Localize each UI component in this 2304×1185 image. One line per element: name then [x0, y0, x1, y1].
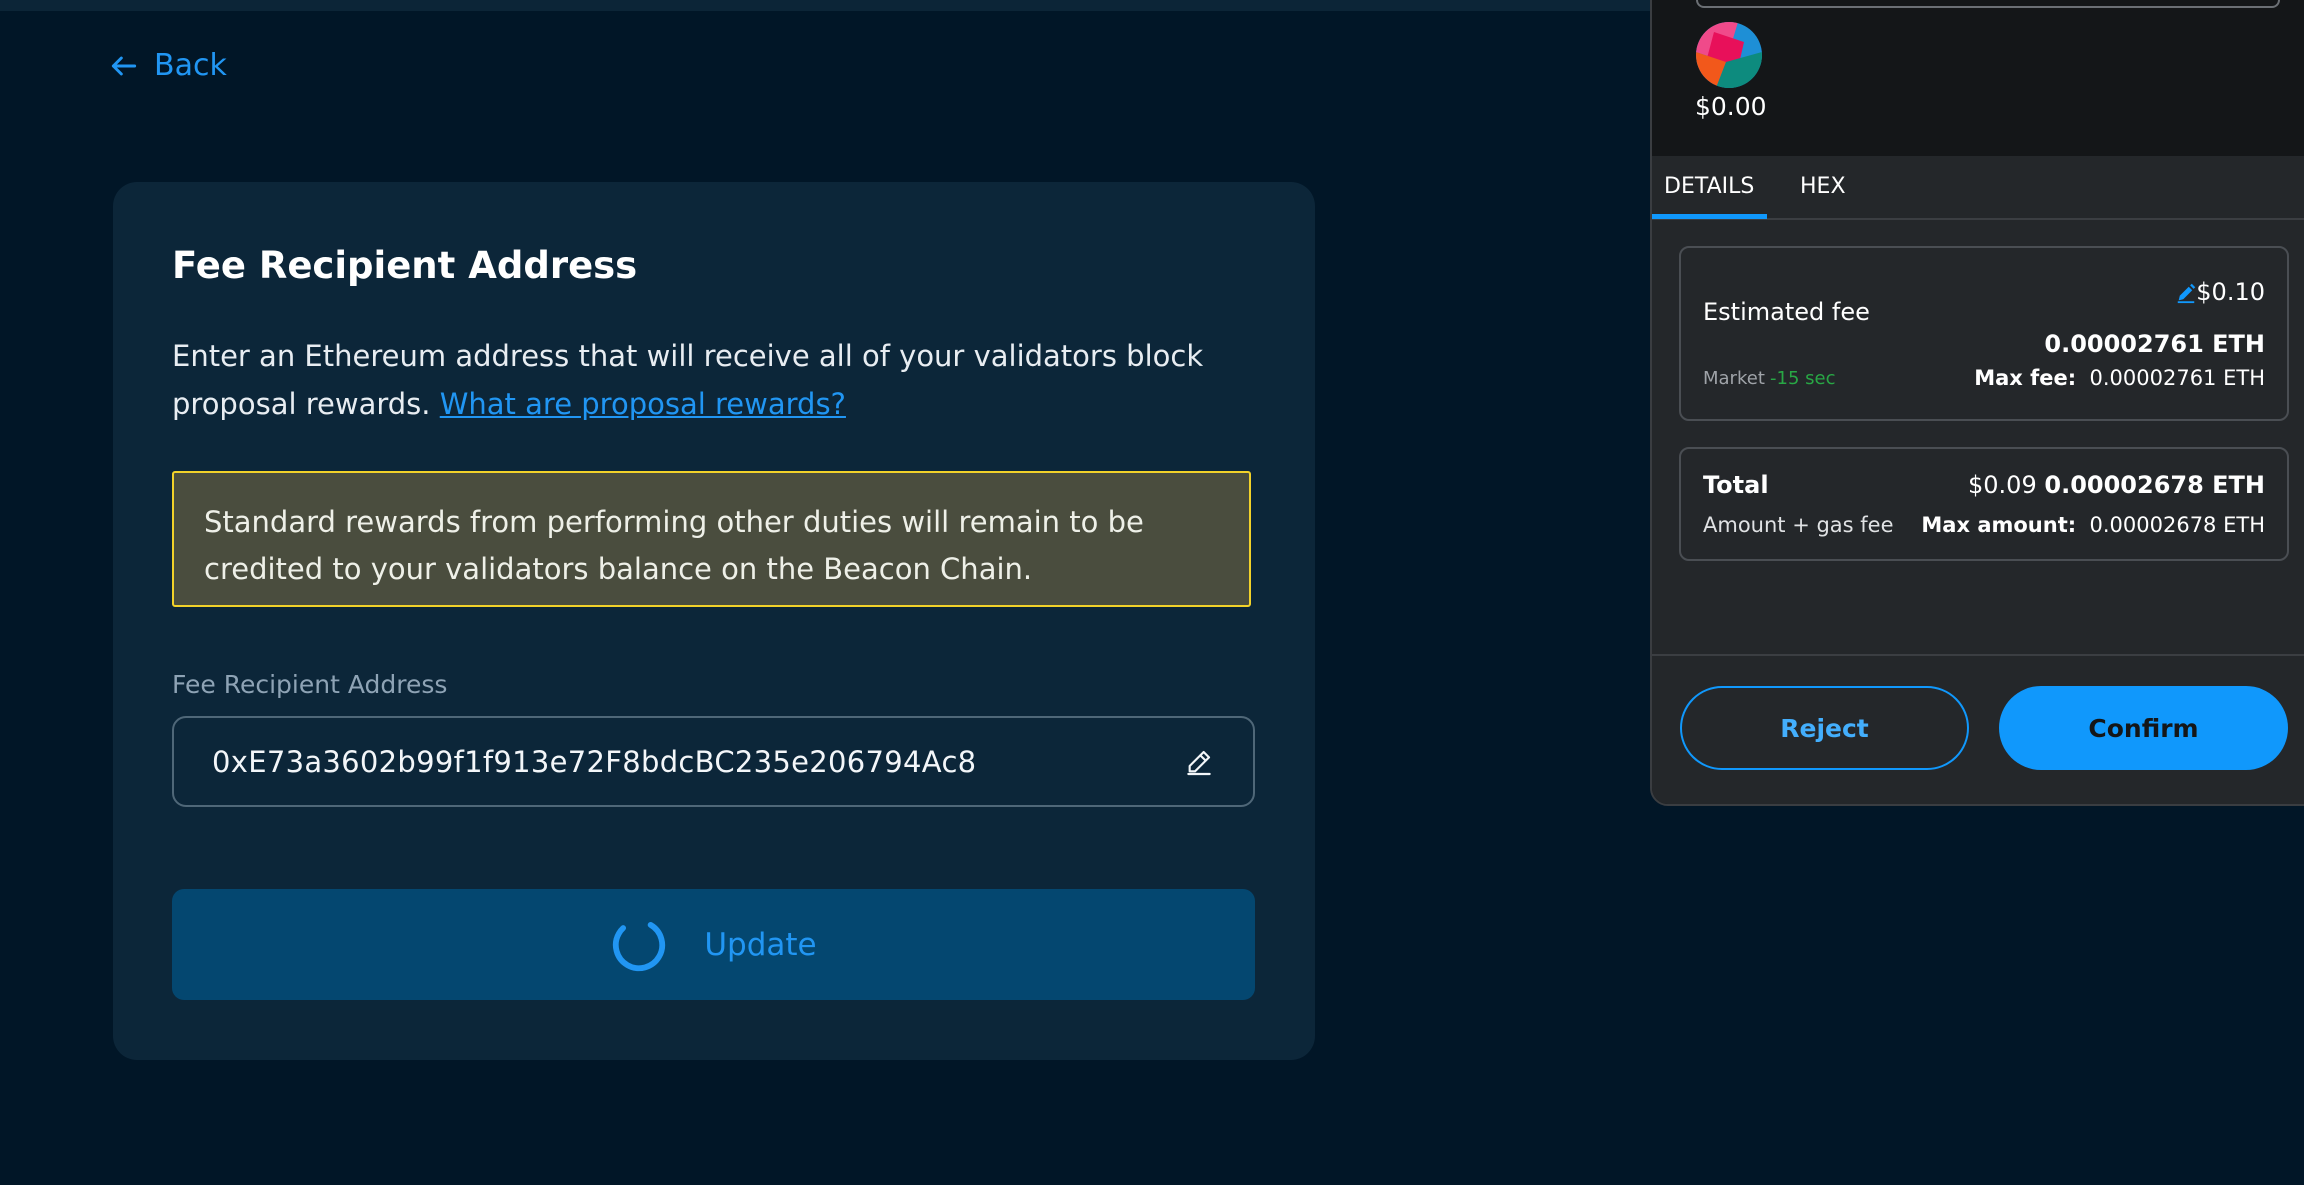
fee-label: Estimated fee — [1703, 298, 1870, 326]
card-description: Enter an Ethereum address that will rece… — [172, 332, 1232, 428]
back-label: Back — [154, 48, 227, 83]
proposal-rewards-link[interactable]: What are proposal rewards? — [440, 387, 846, 421]
notice-box: Standard rewards from performing other d… — [172, 471, 1251, 607]
max-amount-row: Max amount: 0.00002678 ETH — [1921, 513, 2265, 537]
tab-bar: DETAILS HEX — [1652, 156, 2304, 220]
market-time: -15 sec — [1770, 368, 1836, 389]
wallet-popup: $0.00 DETAILS HEX Estimated fee $0.10 0.… — [1650, 0, 2304, 806]
edit-fee-icon[interactable] — [2175, 282, 2197, 304]
estimated-fee-box: Estimated fee $0.10 0.00002761 ETH Marke… — [1679, 246, 2289, 421]
total-eth: 0.00002678 ETH — [2044, 471, 2265, 499]
tab-details[interactable]: DETAILS — [1664, 174, 1754, 199]
total-sub-label: Amount + gas fee — [1703, 513, 1894, 537]
max-fee-label: Max fee: — [1974, 366, 2077, 390]
fee-eth: 0.00002761 ETH — [2044, 330, 2265, 358]
total-amount: $0.09 0.00002678 ETH — [1968, 471, 2265, 499]
confirm-button[interactable]: Confirm — [1999, 686, 2288, 770]
update-label: Update — [704, 926, 817, 963]
fee-recipient-address-field[interactable]: 0xE73a3602b99f1f913e72F8bdcBC235e206794A… — [172, 716, 1255, 807]
divider — [1652, 654, 2304, 656]
spinner-icon — [613, 918, 666, 971]
address-value: 0xE73a3602b99f1f913e72F8bdcBC235e206794A… — [212, 744, 977, 779]
total-label: Total — [1703, 471, 1769, 499]
reject-button[interactable]: Reject — [1680, 686, 1969, 770]
popup-top-field — [1696, 0, 2280, 8]
tab-hex[interactable]: HEX — [1800, 174, 1846, 199]
total-usd: $0.09 — [1968, 471, 2037, 499]
active-tab-indicator — [1652, 214, 1767, 219]
token-avatar-icon — [1696, 22, 1762, 88]
max-amount-value: 0.00002678 ETH — [2089, 513, 2266, 537]
total-box: Total $0.09 0.00002678 ETH Amount + gas … — [1679, 447, 2289, 561]
details-panel: DETAILS HEX Estimated fee $0.10 0.000027… — [1652, 156, 2304, 804]
field-label: Fee Recipient Address — [172, 670, 448, 699]
fee-recipient-card: Fee Recipient Address Enter an Ethereum … — [113, 182, 1315, 1060]
arrow-left-icon — [111, 56, 137, 75]
max-amount-label: Max amount: — [1921, 513, 2077, 537]
pencil-icon[interactable] — [1183, 746, 1215, 778]
fee-usd: $0.10 — [2196, 278, 2265, 306]
max-fee-value: 0.00002761 ETH — [2089, 366, 2266, 390]
card-title: Fee Recipient Address — [172, 244, 638, 287]
update-button[interactable]: Update — [172, 889, 1255, 1000]
market-label: Market — [1703, 368, 1765, 389]
token-value: $0.00 — [1695, 92, 1767, 121]
back-link[interactable]: Back — [108, 48, 227, 83]
max-fee-row: Max fee: 0.00002761 ETH — [1974, 366, 2265, 390]
